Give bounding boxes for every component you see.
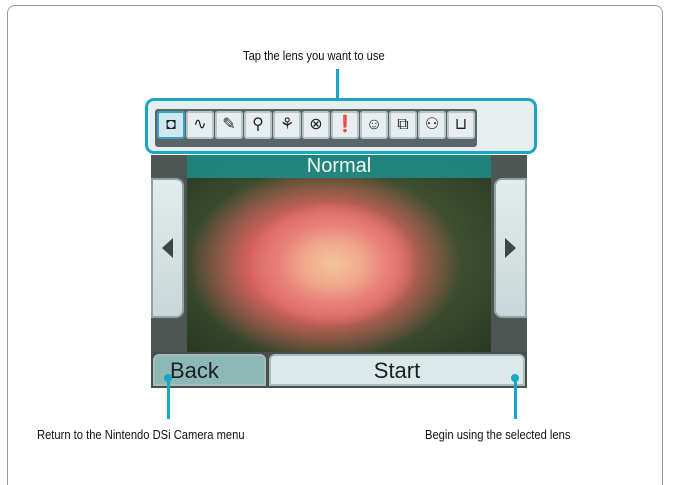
mirror-icon: ⚘	[279, 116, 295, 133]
back-caption: Return to the Nintendo DSi Camera menu	[37, 427, 245, 442]
lens-button-9[interactable]: ⚇	[418, 111, 446, 139]
lens-hint-caption: Tap the lens you want to use	[243, 48, 385, 63]
lens-button-2[interactable]: ✎	[215, 111, 243, 139]
next-lens-button[interactable]	[494, 178, 527, 318]
pair-faces-icon: ⚇	[424, 116, 440, 133]
start-button[interactable]: Start	[269, 354, 525, 386]
lens-callout-line	[336, 69, 339, 98]
lens-button-0[interactable]: ◘	[157, 111, 185, 139]
lens-strip: ◘ ∿ ✎ ⚲ ⚘ ⊗ ❗ ☺ ⧉ ⚇ ⊔	[155, 109, 477, 147]
wave-icon: ∿	[193, 116, 207, 133]
start-caption: Begin using the selected lens	[425, 427, 571, 442]
pencil-icon: ✎	[222, 116, 236, 133]
eyedropper-icon: ⚲	[252, 116, 264, 133]
lens-button-3[interactable]: ⚲	[244, 111, 272, 139]
left-arrow-icon	[162, 238, 173, 258]
right-arrow-icon	[505, 238, 516, 258]
previous-lens-button[interactable]	[151, 178, 184, 318]
lens-button-10[interactable]: ⊔	[447, 111, 475, 139]
lens-button-5[interactable]: ⊗	[302, 111, 330, 139]
frame-icon: ⊔	[454, 116, 468, 133]
double-face-icon: ⧉	[397, 116, 409, 133]
lens-button-7[interactable]: ☺	[360, 111, 388, 139]
start-callout-line	[514, 381, 517, 419]
exclamation-face-icon: ❗	[335, 116, 355, 133]
face-icon: ☺	[365, 116, 383, 133]
back-callout-line	[167, 381, 170, 419]
lens-name-title: Normal	[187, 155, 491, 178]
camera-icon: ◘	[166, 116, 176, 133]
kaleidoscope-icon: ⊗	[309, 116, 323, 133]
camera-screen: Normal Back Start	[151, 155, 527, 388]
bottom-button-bar: Back Start	[151, 352, 527, 388]
lens-button-4[interactable]: ⚘	[273, 111, 301, 139]
lens-selector: ◘ ∿ ✎ ⚲ ⚘ ⊗ ❗ ☺ ⧉ ⚇ ⊔	[145, 98, 537, 154]
lens-button-8[interactable]: ⧉	[389, 111, 417, 139]
lens-button-6[interactable]: ❗	[331, 111, 359, 139]
lens-button-1[interactable]: ∿	[186, 111, 214, 139]
preview-photo	[187, 155, 491, 353]
